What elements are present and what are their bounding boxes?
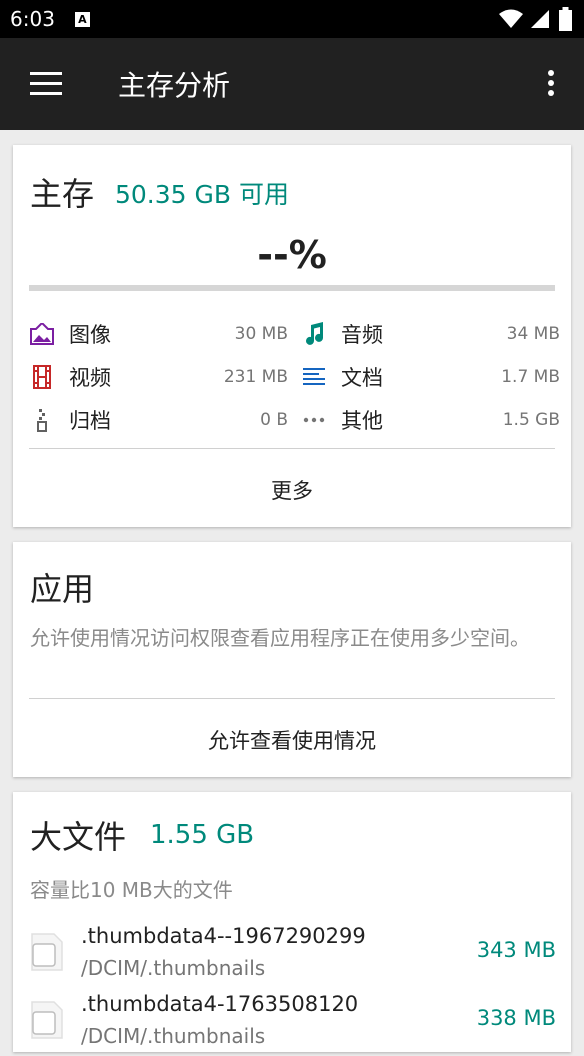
category-size: 30 MB [234,324,288,344]
large-files-description: 容量比10 MB大的文件 [30,878,233,902]
category-row: 视频 231 MB 文档 1.7 MB [29,362,560,392]
category-label: 音频 [341,323,383,347]
status-time: 6:03 [10,7,55,31]
apps-title: 应用 [30,570,95,608]
notification-icon: A [74,11,90,27]
category-label: 视频 [69,366,111,390]
file-name: .thumbdata4--1967290299 [81,924,366,948]
overflow-menu-icon[interactable] [548,70,556,100]
category-image[interactable]: 图像 30 MB [29,319,288,349]
status-bar: 6:03 A [0,0,584,38]
archive-zipper-icon [29,407,55,433]
large-files-card: 大文件 1.55 GB 容量比10 MB大的文件 .thumbdata4--19… [13,792,571,1052]
battery-icon [559,7,572,31]
cellular-signal-icon [531,10,549,28]
category-size: 231 MB [223,367,288,387]
file-path: /DCIM/.thumbnails [81,956,266,980]
allow-usage-access-button[interactable]: 允许查看使用情况 [13,725,571,755]
apps-description: 允许使用情况访问权限查看应用程序正在使用多少空间。 [30,626,530,650]
more-dots-icon [301,407,327,433]
storage-card: 主存 50.35 GB 可用 --% 图像 30 MB 音频 34 MB 视频 … [13,145,571,527]
category-size: 1.5 GB [502,410,560,430]
more-button[interactable]: 更多 [13,475,571,505]
divider [29,448,555,449]
film-icon [29,364,55,390]
file-name: .thumbdata4-1763508120 [81,992,359,1016]
apps-card: 应用 允许使用情况访问权限查看应用程序正在使用多少空间。 允许查看使用情况 [13,542,571,777]
category-size: 0 B [260,410,288,430]
large-files-total: 1.55 GB [150,820,255,850]
category-label: 文档 [341,366,383,390]
category-size: 1.7 MB [501,367,560,387]
list-item[interactable]: .thumbdata4-1763508120 /DCIM/.thumbnails… [30,992,556,1056]
file-icon [31,933,63,971]
status-icons [499,7,572,31]
list-item[interactable]: .thumbdata4--1967290299 /DCIM/.thumbnail… [30,924,556,988]
file-size: 338 MB [476,1006,556,1030]
large-files-title: 大文件 [30,818,127,856]
menu-icon[interactable] [30,72,62,96]
file-size: 343 MB [476,938,556,962]
category-other[interactable]: 其他 1.5 GB [301,405,560,435]
storage-title: 主存 [30,175,95,213]
category-row: 图像 30 MB 音频 34 MB [29,319,560,349]
category-document[interactable]: 文档 1.7 MB [301,362,560,392]
category-size: 34 MB [506,324,560,344]
image-icon [29,321,55,347]
category-audio[interactable]: 音频 34 MB [301,319,560,349]
category-row: 归档 0 B 其他 1.5 GB [29,405,560,435]
storage-percent: --% [257,233,327,277]
category-label: 图像 [69,323,111,347]
category-archive[interactable]: 归档 0 B [29,405,288,435]
page-title: 主存分析 [118,69,231,102]
storage-progress-bar [29,285,555,291]
music-note-icon [301,321,327,347]
file-icon [31,1001,63,1039]
category-label: 其他 [341,409,383,433]
file-path: /DCIM/.thumbnails [81,1024,266,1048]
document-lines-icon [301,364,327,390]
category-video[interactable]: 视频 231 MB [29,362,288,392]
storage-free: 50.35 GB 可用 [115,180,289,209]
category-label: 归档 [69,409,111,433]
app-bar: 主存分析 [0,38,584,130]
divider [29,698,555,699]
wifi-icon [499,9,523,28]
